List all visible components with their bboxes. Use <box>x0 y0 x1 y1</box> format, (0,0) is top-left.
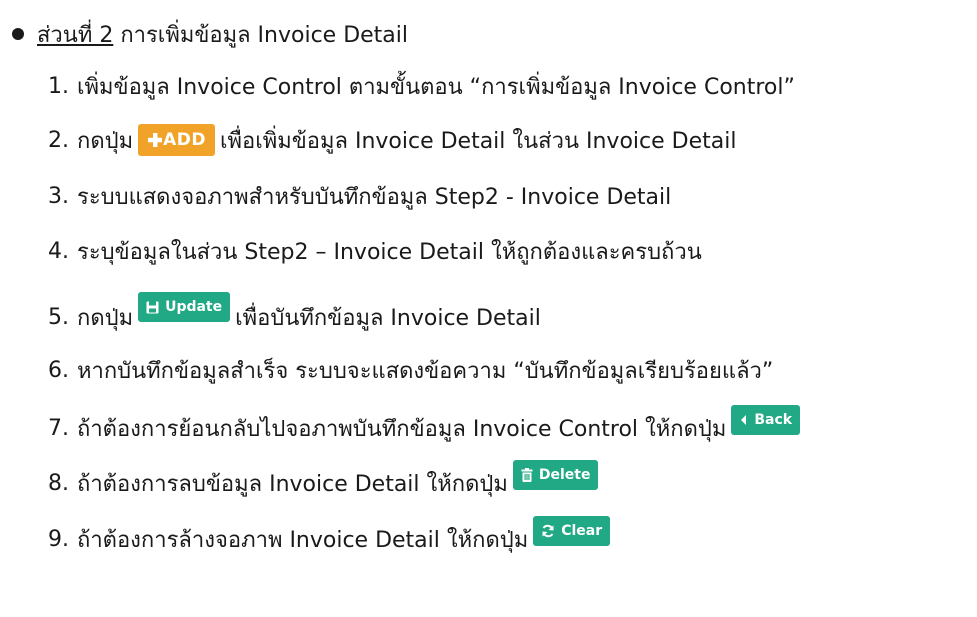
step-text-before: กดปุ่ม <box>77 305 134 331</box>
add-button[interactable]: ADD <box>138 124 215 156</box>
bullet-icon <box>12 28 24 40</box>
step-item-7: 7. ถ้าต้องการย้อนกลับไปจอภาพบันทึกข้อมูล… <box>48 403 805 453</box>
step-text-before: ถ้าต้องการล้างจอภาพ Invoice Detail ให้กด… <box>77 527 529 553</box>
step-item-1: 1. เพิ่มข้อมูล Invoice Control ตามขั้นตอ… <box>48 64 795 108</box>
step-number: 9. <box>48 526 69 552</box>
step-text-after: เพื่อเพิ่มข้อมูล Invoice Detail ในส่วน I… <box>219 128 737 154</box>
step-text: หากบันทึกข้อมูลสำเร็จ ระบบจะแสดงข้อความ … <box>77 358 774 384</box>
step-text: ระบบแสดงจอภาพสำหรับบันทึกข้อมูล Step2 - … <box>77 184 672 210</box>
step-item-9: 9. ถ้าต้องการล้างจอภาพ Invoice Detail ให… <box>48 514 615 564</box>
refresh-icon <box>542 524 554 538</box>
step-text: เพิ่มข้อมูล Invoice Control ตามขั้นตอน “… <box>77 74 795 100</box>
section-title: การเพิ่มข้อมูล Invoice Detail <box>120 22 409 48</box>
plus-icon <box>148 133 163 147</box>
update-button-label: Update <box>165 299 223 315</box>
section-label: ส่วนที่ 2 <box>37 22 114 48</box>
update-button[interactable]: Update <box>138 292 231 322</box>
step-number: 3. <box>48 183 69 209</box>
clear-button[interactable]: Clear <box>533 516 611 546</box>
chevron-left-icon <box>741 415 747 425</box>
document-page: ส่วนที่ 2 การเพิ่มข้อมูล Invoice Detail … <box>0 0 977 617</box>
clear-button-label: Clear <box>561 523 603 539</box>
step-item-3: 3. ระบบแสดงจอภาพสำหรับบันทึกข้อมูล Step2… <box>48 174 671 218</box>
back-button[interactable]: Back <box>731 405 801 435</box>
step-item-6: 6. หากบันทึกข้อมูลสำเร็จ ระบบจะแสดงข้อคว… <box>48 348 773 392</box>
section-heading: ส่วนที่ 2 การเพิ่มข้อมูล Invoice Detail <box>0 12 408 56</box>
step-text-before: ถ้าต้องการย้อนกลับไปจอภาพบันทึกข้อมูล In… <box>77 416 727 442</box>
step-item-2: 2. กดปุ่ม ADD เพื่อเพิ่มข้อมูล Invoice D… <box>48 117 736 163</box>
step-number: 2. <box>48 127 69 153</box>
step-item-8: 8. ถ้าต้องการลบข้อมูล Invoice Detail ให้… <box>48 458 603 508</box>
step-number: 8. <box>48 470 69 496</box>
delete-button-label: Delete <box>538 467 591 483</box>
step-number: 6. <box>48 357 69 383</box>
delete-button[interactable]: Delete <box>512 460 599 490</box>
save-icon <box>146 301 159 313</box>
step-number: 1. <box>48 73 69 99</box>
step-text: ระบุข้อมูลในส่วน Step2 – Invoice Detail … <box>77 239 702 265</box>
back-button-label: Back <box>754 412 793 428</box>
trash-icon <box>521 468 533 482</box>
step-item-4: 4. ระบุข้อมูลในส่วน Step2 – Invoice Deta… <box>48 229 702 273</box>
step-item-5: 5. กดปุ่ม Update เพื่อบันทึกข้อมูล Invoi… <box>48 292 541 342</box>
step-text-before: กดปุ่ม <box>77 128 134 154</box>
step-text-before: ถ้าต้องการลบข้อมูล Invoice Detail ให้กดป… <box>77 471 508 497</box>
step-number: 5. <box>48 304 69 330</box>
add-button-label: ADD <box>163 130 206 150</box>
step-number: 4. <box>48 238 69 264</box>
step-text-after: เพื่อบันทึกข้อมูล Invoice Detail <box>235 305 541 331</box>
step-number: 7. <box>48 415 69 441</box>
